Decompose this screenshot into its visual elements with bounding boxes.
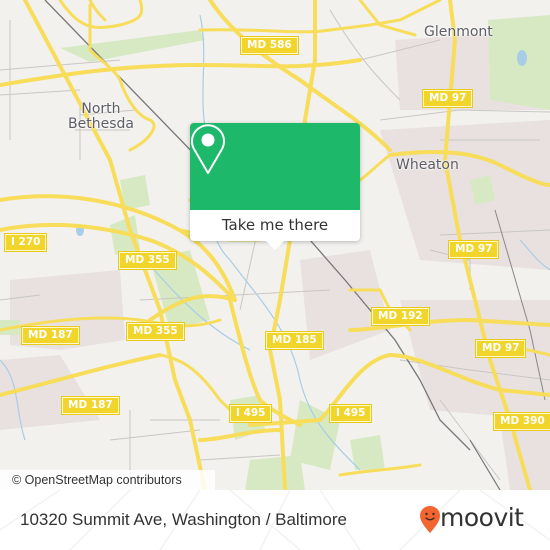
brand-name: moovit	[440, 503, 524, 532]
footer: 10320 Summit Ave, Washington / Baltimore…	[0, 490, 550, 550]
road-shield-md-355: MD 355	[118, 251, 177, 270]
road-shield-md-187: MD 187	[61, 396, 120, 415]
road-shield-md-97: MD 97	[447, 240, 500, 259]
road-shield-md-355: MD 355	[126, 322, 185, 341]
road-shield-md-97: MD 97	[421, 89, 474, 108]
popup-header	[190, 123, 360, 210]
location-pin-icon	[191, 124, 225, 174]
road-shield-md-187: MD 187	[21, 326, 80, 345]
road-shield-md-185: MD 185	[265, 331, 324, 350]
map-view[interactable]: North Bethesda Glenmont Wheaton MD 586 M…	[0, 0, 550, 490]
road-shield-md-97: MD 97	[474, 339, 527, 358]
road-shield-md-192: MD 192	[371, 307, 430, 326]
location-popup: Take me there	[190, 123, 360, 250]
place-label-line: Bethesda	[68, 116, 134, 132]
address-text: 10320 Summit Ave, Washington / Baltimore	[20, 510, 347, 529]
map-attribution[interactable]: © OpenStreetMap contributors	[0, 470, 215, 490]
place-label-glenmont: Glenmont	[424, 24, 493, 40]
popup-pointer	[266, 241, 284, 250]
place-label-wheaton: Wheaton	[396, 157, 459, 173]
road-shield-i-270: I 270	[3, 233, 48, 252]
place-label-north-bethesda: North Bethesda	[68, 102, 134, 132]
road-shield-md-586: MD 586	[240, 36, 299, 55]
road-shield-md-390: MD 390	[493, 412, 550, 431]
road-shield-i-495: I 495	[228, 404, 273, 423]
take-me-there-button[interactable]: Take me there	[190, 210, 360, 241]
moovit-pin-icon	[420, 506, 440, 533]
place-label-line: North	[81, 101, 121, 117]
road-shield-i-495: I 495	[328, 404, 373, 423]
